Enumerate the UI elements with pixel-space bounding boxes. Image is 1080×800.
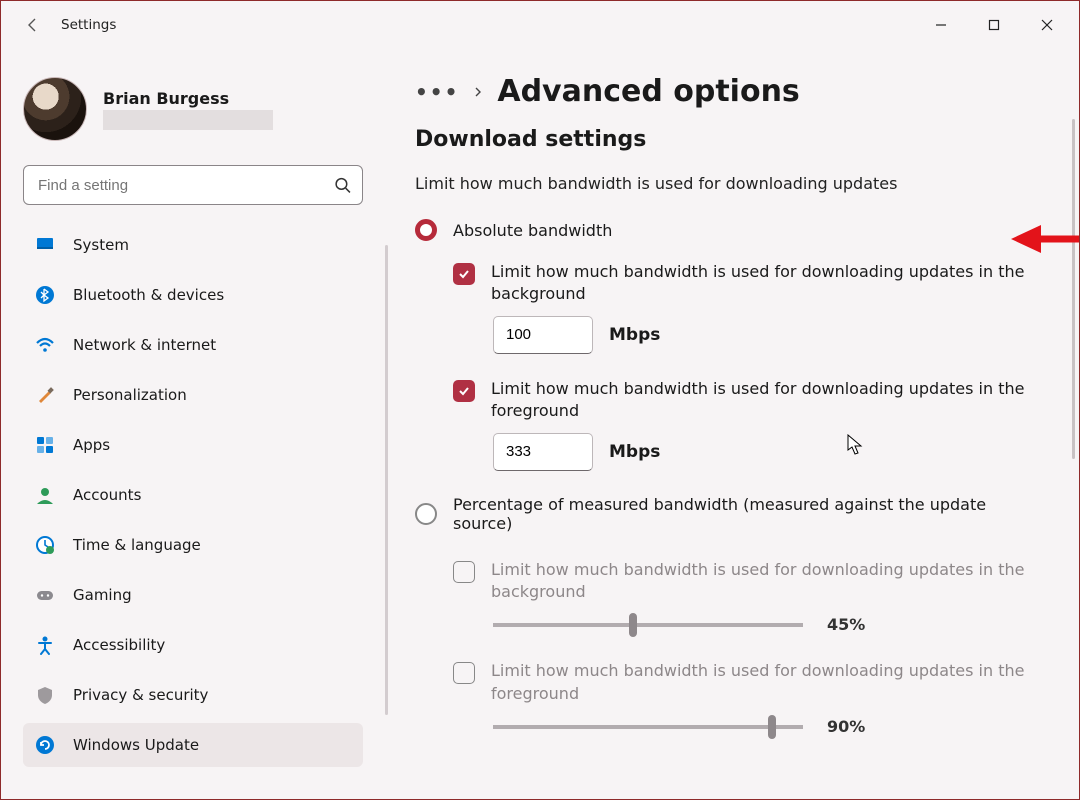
- minimize-button[interactable]: [918, 9, 963, 41]
- nav-label: Personalization: [73, 386, 187, 404]
- search-input[interactable]: [23, 165, 363, 205]
- slider-background-percent: [493, 623, 803, 627]
- clock-icon: [35, 535, 55, 555]
- checkbox-limit-background-absolute[interactable]: Limit how much bandwidth is used for dow…: [453, 261, 1049, 306]
- breadcrumb-ellipsis[interactable]: •••: [415, 80, 459, 104]
- close-button[interactable]: [1024, 9, 1069, 41]
- user-name: Brian Burgess: [103, 89, 273, 108]
- user-email-redacted: [103, 110, 273, 130]
- slider-value: 90%: [827, 717, 865, 736]
- app-title: Settings: [61, 17, 116, 33]
- back-icon[interactable]: [25, 17, 41, 33]
- gaming-icon: [35, 585, 55, 605]
- section-description: Limit how much bandwidth is used for dow…: [415, 174, 1049, 193]
- checkbox-label: Limit how much bandwidth is used for dow…: [491, 660, 1031, 705]
- checkbox-label: Limit how much bandwidth is used for dow…: [491, 261, 1031, 306]
- radio-absolute-bandwidth[interactable]: Absolute bandwidth: [415, 219, 1049, 241]
- avatar: [23, 77, 87, 141]
- checkbox-unchecked-icon: [453, 561, 475, 583]
- brush-icon: [35, 385, 55, 405]
- sidebar-item-windows-update[interactable]: Windows Update: [23, 723, 363, 767]
- system-icon: [35, 235, 55, 255]
- page-title: Advanced options: [497, 74, 799, 109]
- nav-list: System Bluetooth & devices Network & int…: [23, 223, 373, 773]
- nav-label: Gaming: [73, 586, 132, 604]
- update-icon: [35, 735, 55, 755]
- nav-label: Time & language: [73, 536, 201, 554]
- sidebar: Brian Burgess System Bluetooth & devices…: [1, 49, 391, 799]
- nav-label: Accounts: [73, 486, 141, 504]
- sidebar-scrollbar[interactable]: [385, 245, 388, 715]
- radio-percentage-bandwidth[interactable]: Percentage of measured bandwidth (measur…: [415, 495, 1049, 533]
- accounts-icon: [35, 485, 55, 505]
- checkbox-checked-icon: [453, 380, 475, 402]
- checkbox-limit-foreground-percent: Limit how much bandwidth is used for dow…: [453, 660, 1049, 705]
- sidebar-item-system[interactable]: System: [23, 223, 363, 267]
- slider-foreground-percent: [493, 725, 803, 729]
- chevron-right-icon: [473, 82, 483, 101]
- nav-label: Network & internet: [73, 336, 216, 354]
- titlebar: Settings: [1, 1, 1079, 49]
- sidebar-item-bluetooth[interactable]: Bluetooth & devices: [23, 273, 363, 317]
- nav-label: Privacy & security: [73, 686, 208, 704]
- nav-label: Bluetooth & devices: [73, 286, 224, 304]
- breadcrumb: ••• Advanced options: [415, 74, 1049, 109]
- bluetooth-icon: [35, 285, 55, 305]
- unit-label: Mbps: [609, 442, 660, 462]
- search-wrap: [23, 165, 363, 205]
- input-background-mbps[interactable]: [493, 316, 593, 354]
- radio-indicator-unselected: [415, 503, 437, 525]
- checkbox-label: Limit how much bandwidth is used for dow…: [491, 378, 1031, 423]
- sidebar-item-gaming[interactable]: Gaming: [23, 573, 363, 617]
- window-controls: [918, 9, 1069, 41]
- checkbox-limit-background-percent: Limit how much bandwidth is used for dow…: [453, 559, 1049, 604]
- nav-label: Windows Update: [73, 736, 199, 754]
- sidebar-item-time[interactable]: Time & language: [23, 523, 363, 567]
- accessibility-icon: [35, 635, 55, 655]
- sidebar-item-accessibility[interactable]: Accessibility: [23, 623, 363, 667]
- content-scrollbar[interactable]: [1072, 119, 1075, 459]
- sidebar-item-accounts[interactable]: Accounts: [23, 473, 363, 517]
- slider-thumb: [768, 715, 776, 739]
- slider-value: 45%: [827, 615, 865, 634]
- radio-indicator-selected: [415, 219, 437, 241]
- search-icon: [334, 177, 351, 194]
- user-row[interactable]: Brian Burgess: [23, 77, 373, 141]
- checkbox-unchecked-icon: [453, 662, 475, 684]
- maximize-button[interactable]: [971, 9, 1016, 41]
- nav-label: Apps: [73, 436, 110, 454]
- sidebar-item-network[interactable]: Network & internet: [23, 323, 363, 367]
- sidebar-item-personalization[interactable]: Personalization: [23, 373, 363, 417]
- checkbox-label: Limit how much bandwidth is used for dow…: [491, 559, 1031, 604]
- shield-icon: [35, 685, 55, 705]
- wifi-icon: [35, 335, 55, 355]
- sidebar-item-privacy[interactable]: Privacy & security: [23, 673, 363, 717]
- unit-label: Mbps: [609, 325, 660, 345]
- radio-label: Absolute bandwidth: [453, 221, 612, 240]
- nav-label: Accessibility: [73, 636, 165, 654]
- radio-label: Percentage of measured bandwidth (measur…: [453, 495, 1049, 533]
- section-heading: Download settings: [415, 127, 1049, 152]
- input-foreground-mbps[interactable]: [493, 433, 593, 471]
- sidebar-item-apps[interactable]: Apps: [23, 423, 363, 467]
- checkbox-checked-icon: [453, 263, 475, 285]
- slider-thumb: [629, 613, 637, 637]
- checkbox-limit-foreground-absolute[interactable]: Limit how much bandwidth is used for dow…: [453, 378, 1049, 423]
- main-content: ••• Advanced options Download settings L…: [391, 49, 1079, 799]
- apps-icon: [35, 435, 55, 455]
- nav-label: System: [73, 236, 129, 254]
